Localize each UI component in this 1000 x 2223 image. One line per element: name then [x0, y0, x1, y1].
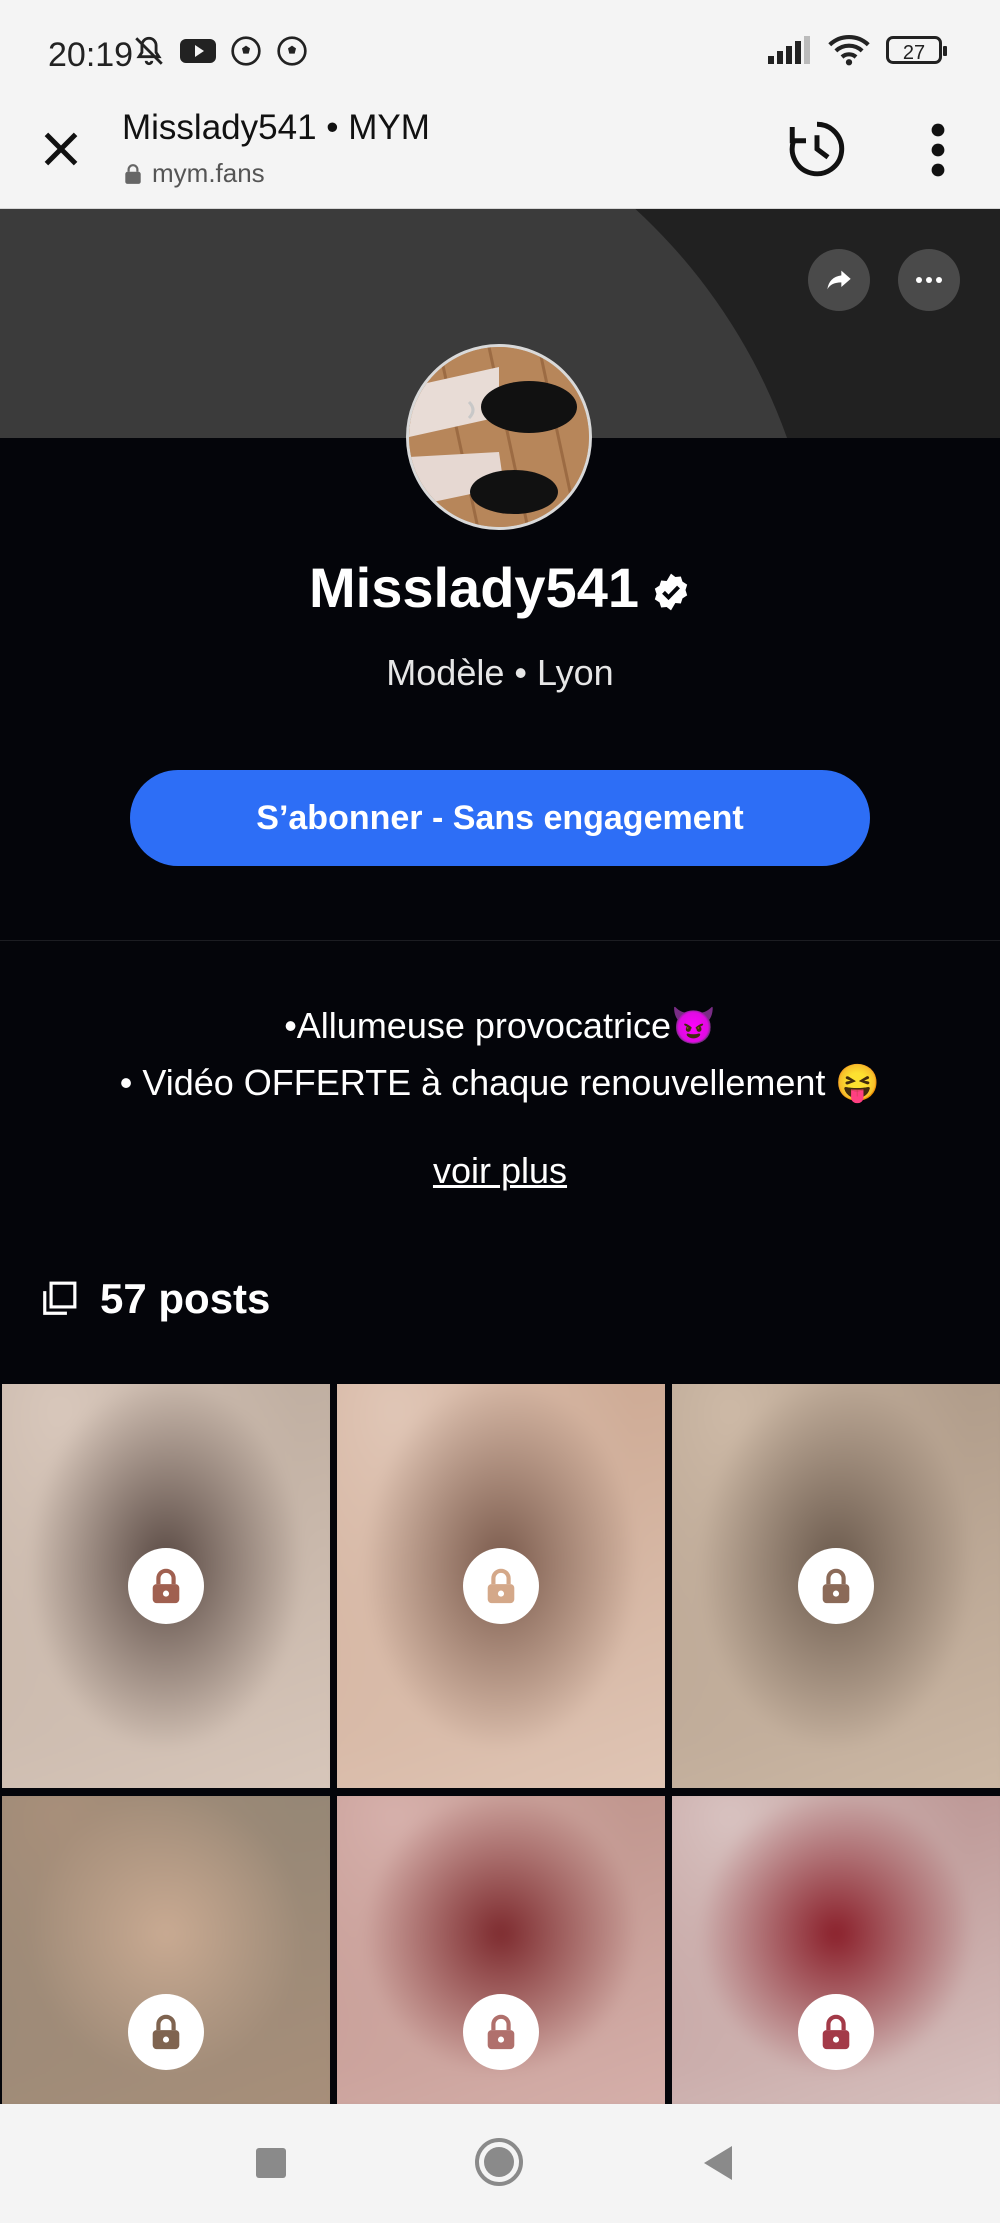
history-icon[interactable]: [784, 116, 850, 182]
profile-name: Misslady541: [309, 556, 639, 619]
browser-toolbar: Misslady541 • MYM mym.fans: [0, 100, 1000, 209]
more-options-icon[interactable]: [920, 122, 956, 178]
lock-badge: [463, 1994, 539, 2070]
ellipsis-icon: [916, 277, 942, 283]
home-circle-icon[interactable]: [473, 2136, 525, 2188]
profile-more-button[interactable]: [898, 249, 960, 311]
post-tile[interactable]: [2, 1384, 330, 1788]
lock-icon: [152, 1568, 180, 1604]
banner-decoration: [0, 209, 820, 438]
battery-icon: 27: [886, 36, 947, 64]
close-icon[interactable]: [36, 124, 86, 174]
status-bar: 20:19 27: [0, 0, 1000, 100]
posts-grid: [0, 1384, 1000, 2104]
signal-icon: [768, 36, 810, 64]
posts-gallery-icon: [43, 1281, 77, 1315]
bio-line-1: •Allumeuse provocatrice😈: [284, 1005, 716, 1046]
verified-badge-icon: [654, 573, 688, 611]
recents-square-icon[interactable]: [254, 2146, 288, 2180]
post-tile[interactable]: [672, 1384, 1000, 1788]
post-tile[interactable]: [2, 1796, 330, 2104]
lock-badge: [128, 1994, 204, 2070]
system-icons: 27: [768, 34, 947, 66]
lock-icon: [487, 1568, 515, 1604]
share-icon: [827, 270, 851, 290]
lock-badge: [798, 1994, 874, 2070]
profile-name-row: Misslady541: [0, 555, 1000, 620]
lock-icon: [125, 163, 141, 184]
youtube-icon: [180, 39, 216, 63]
page-title: Misslady541 • MYM: [122, 108, 430, 147]
subscribe-button[interactable]: S’abonner - Sans engagement: [130, 770, 870, 866]
posts-count: 57 posts: [100, 1275, 271, 1322]
soccer-ball-icon: [231, 36, 261, 66]
see-more-link[interactable]: voir plus: [0, 1150, 1000, 1192]
section-divider: [0, 940, 1000, 941]
soccer-ball-icon: [277, 36, 307, 66]
lock-badge: [128, 1548, 204, 1624]
posts-header: 57 posts: [40, 1275, 270, 1323]
post-tile[interactable]: [672, 1796, 1000, 2104]
back-triangle-icon[interactable]: [702, 2144, 734, 2182]
wifi-icon: [828, 34, 870, 66]
status-time: 20:19: [48, 36, 134, 74]
share-button[interactable]: [808, 249, 870, 311]
bell-off-icon: [135, 36, 163, 66]
avatar-photo: [409, 347, 589, 527]
post-tile[interactable]: [337, 1384, 665, 1788]
post-tile[interactable]: [337, 1796, 665, 2104]
bio-line-2: • Vidéo OFFERTE à chaque renouvellement …: [119, 1062, 881, 1103]
notification-icons: [132, 34, 308, 68]
lock-icon: [152, 2014, 180, 2050]
profile-subtitle: Modèle • Lyon: [386, 652, 614, 693]
lock-icon: [487, 2014, 515, 2050]
system-navigation-bar: [0, 2104, 1000, 2223]
lock-icon: [822, 1568, 850, 1604]
url-text: mym.fans: [152, 158, 265, 188]
avatar[interactable]: [406, 344, 592, 530]
lock-badge: [798, 1548, 874, 1624]
lock-badge: [463, 1548, 539, 1624]
lock-icon: [822, 2014, 850, 2050]
url-display[interactable]: mym.fans: [124, 158, 265, 189]
